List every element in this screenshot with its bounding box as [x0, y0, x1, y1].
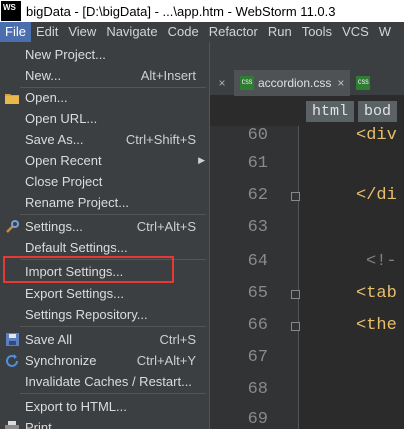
menu-item-new[interactable]: New... Alt+Insert	[0, 65, 209, 86]
menu-item-open[interactable]: Open...	[0, 87, 209, 108]
fold-marker-icon[interactable]	[291, 322, 300, 331]
folder-icon	[4, 90, 20, 106]
code-text: <the	[356, 316, 397, 335]
menu-item-save-as[interactable]: Save As... Ctrl+Shift+S	[0, 129, 209, 150]
breadcrumb: html bod	[210, 96, 404, 126]
tab-close-icon[interactable]: ×	[210, 76, 234, 90]
menu-item-print[interactable]: Print...	[0, 417, 209, 429]
code-text: <tab	[356, 284, 397, 303]
submenu-arrow-icon: ▶	[198, 155, 205, 165]
menu-item-invalidate-caches[interactable]: Invalidate Caches / Restart...	[0, 371, 209, 392]
line-number: 69	[247, 410, 268, 429]
code-text: <div	[356, 126, 397, 145]
menu-run[interactable]: Run	[263, 22, 297, 42]
file-menu-dropdown: New Project... New... Alt+Insert Open...…	[0, 42, 210, 429]
save-icon	[4, 332, 20, 348]
menu-item-rename-project[interactable]: Rename Project...	[0, 192, 209, 213]
line-number: 60	[247, 126, 268, 145]
wrench-icon	[4, 219, 20, 235]
sync-icon	[4, 353, 20, 369]
line-number: 67	[247, 348, 268, 367]
tab-next[interactable]: CSS	[356, 75, 374, 90]
webstorm-logo-icon: WS	[1, 1, 21, 21]
line-number: 61	[247, 154, 268, 173]
css-file-icon: CSS	[356, 75, 371, 90]
breadcrumb-html[interactable]: html	[306, 100, 355, 122]
menu-separator	[20, 393, 206, 394]
tab-accordion-css[interactable]: CSS accordion.css ×	[234, 69, 351, 96]
menu-file[interactable]: File	[0, 22, 31, 42]
menu-item-open-recent[interactable]: Open Recent ▶	[0, 150, 209, 171]
menu-window[interactable]: W	[374, 22, 396, 42]
css-file-icon: CSS	[240, 75, 254, 90]
menu-bar: File Edit View Navigate Code Refactor Ru…	[0, 22, 404, 42]
menu-item-settings-repository[interactable]: Settings Repository...	[0, 304, 209, 325]
window-title: bigData - [D:\bigData] - ...\app.htm - W…	[26, 3, 336, 19]
menu-navigate[interactable]: Navigate	[101, 22, 162, 42]
editor-tab-bar: × CSS accordion.css × CSS	[210, 69, 404, 96]
fold-marker-icon[interactable]	[291, 290, 300, 299]
line-number: 62	[247, 186, 268, 205]
menu-item-export-html[interactable]: Export to HTML...	[0, 396, 209, 417]
menu-item-new-project[interactable]: New Project...	[0, 44, 209, 65]
menu-code[interactable]: Code	[163, 22, 204, 42]
menu-edit[interactable]: Edit	[31, 22, 63, 42]
print-icon	[4, 420, 20, 429]
line-number: 68	[247, 380, 268, 399]
title-bar: WS bigData - [D:\bigData] - ...\app.htm …	[0, 0, 404, 22]
menu-separator	[20, 326, 206, 327]
toolbar	[210, 42, 404, 70]
menu-item-synchronize[interactable]: Synchronize Ctrl+Alt+Y	[0, 350, 209, 371]
menu-item-open-url[interactable]: Open URL...	[0, 108, 209, 129]
highlight-annotation	[3, 256, 174, 283]
fold-marker-icon[interactable]	[291, 192, 300, 201]
menu-view[interactable]: View	[63, 22, 101, 42]
line-number: 65	[247, 284, 268, 303]
menu-item-export-settings[interactable]: Export Settings...	[0, 283, 209, 304]
line-number: 63	[247, 218, 268, 237]
line-number: 66	[247, 316, 268, 335]
close-icon[interactable]: ×	[337, 76, 344, 90]
breadcrumb-body[interactable]: bod	[358, 100, 398, 122]
menu-item-settings[interactable]: Settings... Ctrl+Alt+S	[0, 216, 209, 237]
code-text: </di	[356, 186, 397, 205]
menu-item-save-all[interactable]: Save All Ctrl+S	[0, 329, 209, 350]
menu-separator	[20, 214, 206, 215]
line-number: 64	[247, 252, 268, 271]
code-text: <!-	[366, 252, 397, 271]
menu-refactor[interactable]: Refactor	[204, 22, 263, 42]
menu-vcs[interactable]: VCS	[337, 22, 374, 42]
menu-item-default-settings[interactable]: Default Settings...	[0, 237, 209, 258]
menu-tools[interactable]: Tools	[297, 22, 337, 42]
menu-item-close-project[interactable]: Close Project	[0, 171, 209, 192]
tab-label: accordion.css	[258, 75, 332, 90]
